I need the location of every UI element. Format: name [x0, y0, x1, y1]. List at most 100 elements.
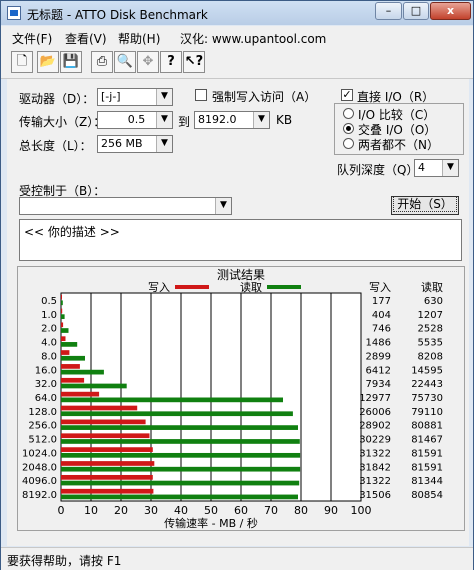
x-tick-label: 90 [324, 504, 338, 517]
legend-read-swatch [267, 285, 301, 289]
x-tick-label: 40 [174, 504, 188, 517]
read-value: 8208 [418, 351, 443, 362]
new-icon[interactable]: 🗋 [11, 51, 33, 73]
write-bar [61, 336, 66, 342]
chevron-down-icon[interactable]: ▼ [442, 160, 458, 176]
chevron-down-icon[interactable]: ▼ [156, 136, 172, 152]
chevron-down-icon[interactable]: ▼ [156, 112, 172, 128]
legend-write-swatch [175, 285, 209, 289]
transfer-unit: KB [276, 113, 293, 127]
read-value: 1207 [418, 310, 443, 321]
app-icon [7, 6, 21, 20]
neither-label: 两者都不（N） [358, 138, 439, 152]
write-value: 1486 [366, 338, 391, 349]
read-value: 81467 [411, 435, 443, 446]
maximize-button[interactable]: □ [403, 2, 429, 20]
queue-depth-select[interactable]: 4 ▼ [414, 159, 459, 177]
read-bar [61, 411, 293, 417]
read-value: 5535 [418, 338, 443, 349]
write-value: 28902 [359, 421, 391, 432]
y-tick-label: 1024.0 [22, 448, 57, 459]
write-value: 746 [372, 324, 391, 335]
y-tick-label: 16.0 [35, 365, 57, 376]
write-bar [61, 488, 154, 494]
read-bar [61, 466, 301, 472]
write-value: 12977 [359, 393, 391, 404]
write-value: 31322 [359, 448, 391, 459]
help-icon[interactable]: ? [160, 51, 182, 73]
x-tick-label: 30 [144, 504, 158, 517]
menu-translation[interactable]: 汉化: www.upantool.com [180, 30, 326, 47]
title-bar[interactable]: 无标题 - ATTO Disk Benchmark – □ x [1, 1, 473, 25]
toolbar: 🗋 📂 💾 ⎙ 🔍 ✥ ? ↖? [1, 48, 473, 79]
transfer-to-select[interactable]: 8192.0 ▼ [194, 111, 270, 129]
status-bar: 要获得帮助，请按 F1 [1, 547, 473, 570]
y-tick-label: 1.0 [41, 310, 57, 321]
menu-file[interactable]: 文件(F) [12, 30, 52, 47]
y-tick-label: 2048.0 [22, 462, 57, 473]
controlled-by-select[interactable]: ▼ [19, 197, 232, 215]
description-box[interactable]: << 你的描述 >> [19, 219, 462, 261]
save-icon[interactable]: 💾 [60, 51, 82, 73]
y-tick-label: 2.0 [41, 324, 57, 335]
write-value: 26006 [359, 407, 391, 418]
menu-view[interactable]: 查看(V) [65, 30, 107, 47]
write-bar [61, 433, 150, 439]
read-value: 80881 [411, 421, 443, 432]
y-tick-label: 8192.0 [22, 490, 57, 501]
test-results-panel: 测试结果 写入 读取 写入 读取 0 10 20 30 40 50 60 70 80 90 100 传输速率 -… [17, 266, 465, 531]
print-icon[interactable]: ⎙ [91, 51, 113, 73]
queue-depth-value: 4 [418, 161, 425, 174]
write-value: 31842 [359, 462, 391, 473]
write-bar [61, 364, 80, 369]
chevron-down-icon[interactable]: ▼ [215, 198, 231, 214]
open-icon[interactable]: 📂 [37, 51, 59, 73]
read-value: 22443 [411, 379, 443, 390]
write-bar [61, 474, 153, 480]
total-length-select[interactable]: 256 MB ▼ [97, 135, 173, 153]
y-tick-label: 4096.0 [22, 476, 57, 487]
read-bar [61, 439, 300, 444]
legend-read-label: 读取 [240, 280, 262, 294]
read-value: 81344 [411, 476, 443, 487]
results-chart: 测试结果写入 读取 写入 读取 0 10 20 30 40 50 60 70 80 90 100 传输速率 -… [22, 267, 443, 530]
force-write-label: 强制写入访问（A） [212, 90, 317, 104]
io-mode-group: I/O 比较（C） 交叠 I/O（O） 两者都不（N） [334, 103, 464, 155]
print-preview-icon[interactable]: 🔍 [114, 51, 136, 73]
force-write-checkbox[interactable] [195, 89, 207, 101]
drive-select[interactable]: [-j-] ▼ [97, 88, 173, 106]
start-button[interactable]: 开始（S） [391, 196, 459, 215]
neither-radio[interactable] [343, 138, 354, 149]
column-read-header: 读取 [421, 280, 443, 294]
description-text: << 你的描述 >> [24, 225, 120, 239]
write-value: 31322 [359, 476, 391, 487]
write-bar [61, 308, 63, 314]
transfer-from-select[interactable]: 0.5 ▼ [97, 111, 173, 129]
chevron-down-icon[interactable]: ▼ [253, 112, 269, 128]
context-help-icon[interactable]: ↖? [183, 51, 205, 73]
settings-panel: 驱动器（D）： [-j-] ▼ 传输大小（Z）： 0.5 ▼ 到 8192.0 … [7, 79, 469, 546]
write-bar [61, 391, 100, 397]
y-tick-label: 64.0 [35, 393, 57, 404]
read-bar [61, 425, 298, 430]
io-compare-radio[interactable] [343, 108, 354, 119]
window-title: 无标题 - ATTO Disk Benchmark [27, 8, 208, 22]
chevron-down-icon[interactable]: ▼ [156, 89, 172, 105]
write-bar [61, 294, 62, 300]
write-value: 404 [372, 310, 391, 321]
move-icon[interactable]: ✥ [137, 51, 159, 73]
direct-io-checkbox[interactable]: ✓ [341, 89, 353, 101]
y-tick-label: 512.0 [28, 435, 57, 446]
total-length-label: 总长度（L）： [19, 139, 92, 153]
transfer-to-label: 到 [178, 115, 191, 129]
x-tick-label: 80 [294, 504, 308, 517]
write-value: 7934 [366, 379, 391, 390]
minimize-button[interactable]: – [375, 2, 402, 20]
write-bar [61, 419, 146, 425]
overlapped-io-radio[interactable] [343, 123, 354, 134]
read-bar [61, 480, 300, 486]
write-bar [61, 447, 153, 452]
drive-value: [-j-] [101, 90, 121, 103]
close-button[interactable]: x [430, 2, 471, 20]
menu-help[interactable]: 帮助(H) [118, 30, 160, 47]
